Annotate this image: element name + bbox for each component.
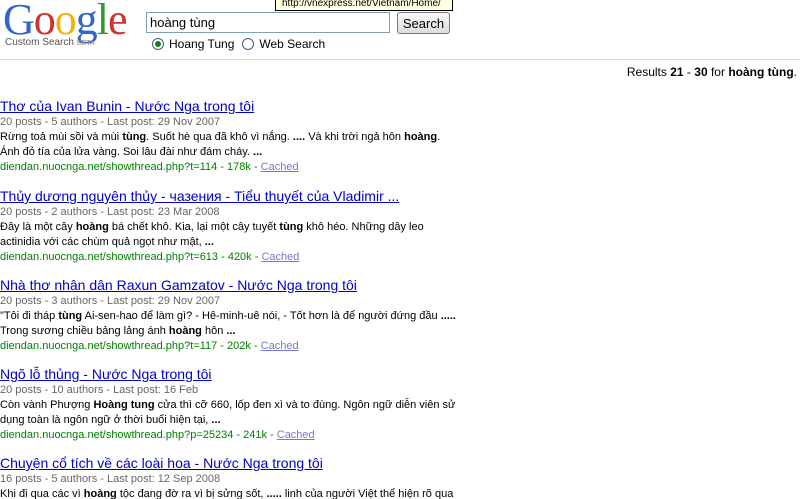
snippet-text: Và khi trời ngả hôn [305, 131, 405, 143]
result-title-link[interactable]: Nhà thơ nhân dân Raxun Gamzatov - Nước N… [0, 277, 500, 294]
snippet-text: "Tôi đi tháp [0, 310, 59, 322]
result-url-line: diendan.nuocnga.net/showthread.php?t=613… [0, 250, 500, 265]
snippet-highlight: hoàng [75, 221, 109, 233]
snippet-highlight: hoàng [83, 488, 117, 499]
result-snippet-line: actinidia với các chùm quả ngọt như mật,… [0, 235, 500, 250]
snippet-text: khô héo. Những dây leo [303, 221, 424, 233]
google-custom-search-logo: Google Custom Search BETA [3, 0, 138, 50]
result-snippet-line: Rừng toả mùi sồi và mùi tùng. Suốt hè qu… [0, 130, 500, 145]
results-dash: - [686, 65, 691, 79]
search-result: Nhà thơ nhân dân Raxun Gamzatov - Nước N… [0, 277, 500, 354]
logo-letter: l [96, 0, 109, 44]
snippet-highlight: ..... [266, 488, 282, 499]
result-snippet-line: dụng toàn là ngôn ngữ ở thời buổi hiện t… [0, 413, 500, 428]
logo-subtitle-text: Custom Search [5, 37, 74, 48]
snippet-text: Trong sương chiều bảng lảng ánh [0, 325, 169, 337]
result-title-link[interactable]: Thủy dương nguyên thủy - чазения - Tiểu … [0, 188, 500, 205]
snippet-highlight: hoàng [404, 131, 438, 143]
results-start: 21 [670, 65, 684, 79]
snippet-text: Còn vành Phượng [0, 399, 94, 411]
search-input[interactable] [146, 12, 390, 33]
result-meta: 20 posts - 10 authors - Last post: 16 Fe… [0, 384, 199, 396]
cached-link[interactable]: Cached [277, 429, 315, 441]
snippet-highlight: tùng [58, 310, 83, 322]
result-url-line: diendan.nuocnga.net/showthread.php?t=114… [0, 160, 500, 175]
snippet-highlight: ... [211, 414, 221, 426]
result-meta: 16 posts - 5 authors - Last post: 12 Sep… [0, 473, 221, 485]
result-title-link[interactable]: Thơ của Ivan Bunin - Nước Nga trong tôi [0, 98, 500, 115]
result-snippet-line: Đây là một cây hoàng bá chết khô. Kia, l… [0, 220, 500, 235]
result-url: diendan.nuocnga.net/showthread.php?t=117… [0, 340, 261, 352]
radio-hoang-tung-label[interactable]: Hoang Tung [169, 37, 234, 51]
snippet-highlight: Hoàng tung [93, 399, 155, 411]
results-for-label: for [710, 65, 725, 79]
search-button[interactable]: Search [397, 12, 450, 34]
snippet-highlight: hoàng [168, 325, 202, 337]
radio-web-search-label[interactable]: Web Search [259, 37, 325, 51]
search-result: Ngõ lỗ thủng - Nước Nga trong tôi 20 post… [0, 366, 500, 443]
results-summary-bar: Results 21 - 30 for hoàng tùng. [0, 59, 800, 83]
snippet-text: dụng toàn là ngôn ngữ ở thời buổi hiện t… [0, 414, 212, 426]
radio-hoang-tung[interactable] [152, 38, 164, 50]
snippet-text: bá chết khô. Kia, lại một cây tuyết [108, 221, 280, 233]
logo-subtitle: Custom Search BETA [5, 37, 95, 48]
snippet-text: Rừng toả mùi sồi và mùi [0, 131, 123, 143]
snippet-text: cửa thì cỡ 660, lốp đen xì và to đùng. N… [154, 399, 456, 411]
snippet-text: tộc đang đờ ra vì bị sửng sốt, [116, 488, 267, 499]
result-url: diendan.nuocnga.net/showthread.php?p=252… [0, 429, 277, 441]
cached-link[interactable]: Cached [261, 161, 299, 173]
snippet-text: Ai-sen-hao để làm gì? - Hê-minh-uê nói, … [82, 310, 441, 322]
result-snippet-line: Trong sương chiều bảng lảng ánh hoàng hô… [0, 324, 500, 339]
result-url: diendan.nuocnga.net/showthread.php?t=613… [0, 251, 262, 263]
snippet-text: . Suốt hè qua đã khô vì nắng. [146, 131, 293, 143]
result-snippet-line: Khi đi qua các vì hoàng tộc đang đờ ra v… [0, 487, 500, 499]
snippet-text: linh của người Việt thể hiện rõ qua [281, 488, 454, 499]
url-tooltip: http://vnexpress.net/Vietnam/Home/ [275, 0, 453, 11]
snippet-highlight: ... [204, 236, 214, 248]
result-snippet-line: "Tôi đi tháp tùng Ai-sen-hao để làm gì? … [0, 309, 500, 324]
results-prefix: Results [626, 65, 667, 79]
result-url-line: diendan.nuocnga.net/showthread.php?t=117… [0, 339, 500, 354]
results-period: . [793, 65, 797, 79]
result-title-link[interactable]: Chuyện cổ tích về các loài hoa - Nước Ng… [0, 455, 500, 472]
cached-link[interactable]: Cached [261, 251, 299, 263]
result-meta: 20 posts - 3 authors - Last post: 29 Nov… [0, 295, 221, 307]
snippet-text: Khi đi qua các vì [0, 488, 84, 499]
result-meta: 20 posts - 5 authors - Last post: 29 Nov… [0, 116, 221, 128]
search-result: Thơ của Ivan Bunin - Nước Nga trong tôi 2… [0, 98, 500, 175]
search-result: Chuyện cổ tích về các loài hoa - Nước Ng… [0, 455, 500, 499]
result-title-link[interactable]: Ngõ lỗ thủng - Nước Nga trong tôi [0, 366, 500, 383]
results-end: 30 [694, 65, 708, 79]
snippet-highlight: ... [226, 325, 236, 337]
result-snippet-line: Còn vành Phượng Hoàng tung cửa thì cỡ 66… [0, 398, 500, 413]
snippet-highlight: .... [292, 131, 306, 143]
snippet-highlight: ... [253, 146, 263, 158]
snippet-text: Ánh đỏ tía của lửa vàng. Soi lâu đài như… [0, 146, 254, 158]
search-result: Thủy dương nguyên thủy - чазения - Tiểu … [0, 188, 500, 265]
logo-letter: e [108, 0, 128, 44]
snippet-highlight: ..... [440, 310, 456, 322]
result-meta: 20 posts - 2 authors - Last post: 23 Mar… [0, 206, 220, 218]
logo-beta-label: BETA [76, 40, 95, 47]
result-url: diendan.nuocnga.net/showthread.php?t=114… [0, 161, 261, 173]
cached-link[interactable]: Cached [261, 340, 299, 352]
search-scope-options: Hoang Tung Web Search [152, 37, 333, 51]
snippet-text: actinidia với các chùm quả ngọt như mật, [0, 236, 205, 248]
snippet-highlight: tùng [279, 221, 304, 233]
result-snippet-line: Ánh đỏ tía của lửa vàng. Soi lâu đài như… [0, 145, 500, 160]
radio-web-search[interactable] [242, 38, 255, 50]
snippet-text: hôn [201, 325, 227, 337]
snippet-text: . [437, 131, 441, 143]
results-query: hoàng tùng [728, 65, 794, 79]
result-url-line: diendan.nuocnga.net/showthread.php?p=252… [0, 428, 500, 443]
snippet-text: Đây là một cây [0, 221, 76, 233]
snippet-highlight: tùng [122, 131, 147, 143]
